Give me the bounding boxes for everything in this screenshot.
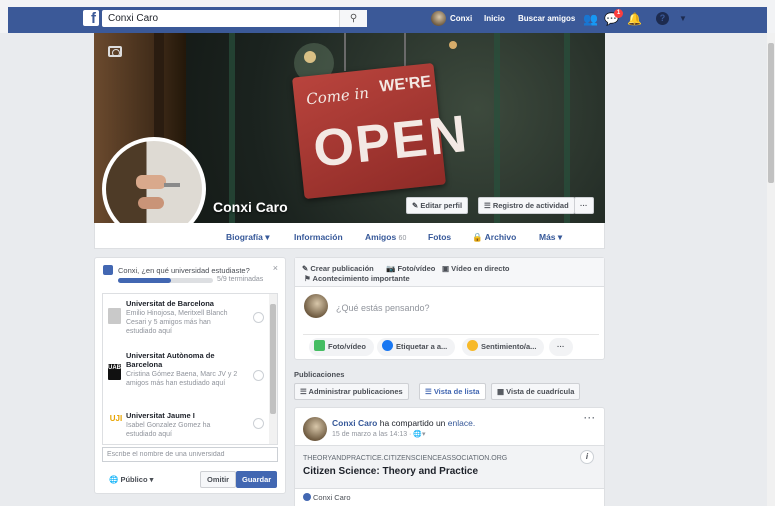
university-input-box[interactable] bbox=[102, 447, 278, 462]
manage-posts-button[interactable]: ☰ Administrar publicaciones bbox=[294, 383, 409, 400]
privacy-selector[interactable]: 🌐 Público ▾ bbox=[109, 475, 153, 484]
composer-actions: Foto/vídeo Etiquetar a a... Sentimiento/… bbox=[303, 334, 599, 356]
tab-photos[interactable]: Fotos bbox=[428, 232, 451, 242]
select-radio[interactable] bbox=[253, 418, 264, 429]
tab-live-video[interactable]: ▣ Vídeo en directo bbox=[442, 264, 510, 273]
friend-requests-icon[interactable]: 👥 bbox=[583, 12, 598, 26]
post-composer: ✎ Crear publicación 📷 Foto/vídeo ▣ Vídeo… bbox=[294, 257, 605, 360]
grid-view-button[interactable]: ▦ Vista de cuadrícula bbox=[491, 383, 581, 400]
camera-icon: 📷 bbox=[386, 264, 398, 273]
select-radio[interactable] bbox=[253, 370, 264, 381]
tag-friends-button[interactable]: Etiquetar a a... bbox=[377, 338, 456, 356]
profile-nav: Biografía ▾ Información Amigos 60 Fotos … bbox=[94, 223, 605, 249]
grid-icon: ▦ bbox=[497, 387, 507, 396]
camera-icon[interactable] bbox=[108, 46, 122, 57]
post-timestamp[interactable]: 15 de marzo a las 14:13 · 🌐▾ bbox=[332, 430, 426, 438]
composer-input[interactable]: ¿Qué estás pensando? bbox=[336, 303, 430, 313]
search-input[interactable]: Conxi Caro bbox=[108, 13, 158, 24]
info-icon[interactable]: i bbox=[580, 450, 594, 464]
open-sign: Come in WE'RE OPEN bbox=[292, 62, 471, 200]
profile-name: Conxi Caro bbox=[213, 199, 288, 215]
skip-button[interactable]: Omitir bbox=[200, 471, 237, 488]
university-question: Conxi, ¿en qué universidad estudiaste? bbox=[118, 266, 250, 275]
page-scrollbar[interactable] bbox=[767, 33, 775, 506]
link-preview[interactable]: THEORYANDPRACTICE.CITIZENSCIENCEASSOCIAT… bbox=[295, 445, 604, 489]
cover-more-button[interactable]: ··· bbox=[574, 197, 594, 214]
profile-icon bbox=[303, 493, 311, 501]
nav-home-link[interactable]: Inicio bbox=[484, 14, 505, 23]
university-input[interactable] bbox=[107, 448, 277, 461]
post-options-button[interactable]: ··· bbox=[584, 413, 596, 423]
university-logo: UJI bbox=[109, 414, 123, 423]
notifications-icon[interactable]: 🔔 bbox=[627, 12, 642, 26]
search-box[interactable]: Conxi Caro ⚲ bbox=[102, 10, 367, 27]
tab-create-post[interactable]: ✎ Crear publicación bbox=[302, 264, 374, 273]
friends-count: 60 bbox=[398, 235, 407, 242]
nav-avatar[interactable] bbox=[431, 11, 446, 26]
composer-tabs: ✎ Crear publicación 📷 Foto/vídeo ▣ Vídeo… bbox=[295, 258, 604, 287]
photo-icon bbox=[314, 340, 325, 351]
post-card: Conxi Caro ha compartido un enlace. 15 d… bbox=[294, 407, 605, 506]
list-icon: ☰ bbox=[484, 201, 493, 210]
composer-more-button[interactable]: ··· bbox=[549, 338, 573, 356]
university-list: Universitat de Barcelona Emilio Hinojosa… bbox=[102, 293, 278, 445]
account-menu-chevron-icon[interactable]: ▼ bbox=[676, 12, 690, 26]
tab-life-event[interactable]: ⚑ Acontecimiento importante bbox=[304, 274, 410, 283]
activity-log-button[interactable]: ☰ Registro de actividad bbox=[478, 197, 575, 214]
tab-more[interactable]: Más ▾ bbox=[539, 232, 562, 243]
list-scrollbar[interactable] bbox=[269, 294, 277, 444]
edit-profile-button[interactable]: ✎ Editar perfil bbox=[406, 197, 469, 214]
globe-icon: 🌐 bbox=[109, 475, 121, 484]
globe-icon: 🌐▾ bbox=[413, 431, 426, 438]
tab-timeline[interactable]: Biografía ▾ bbox=[226, 232, 269, 243]
select-radio[interactable] bbox=[253, 312, 264, 323]
education-icon bbox=[103, 265, 113, 275]
search-icon[interactable]: ⚲ bbox=[339, 10, 367, 27]
list-view-button[interactable]: ☰ Vista de lista bbox=[419, 383, 486, 400]
feeling-button[interactable]: Sentimiento/a... bbox=[462, 338, 545, 356]
tab-friends[interactable]: Amigos 60 bbox=[365, 232, 406, 242]
avatar[interactable] bbox=[303, 417, 327, 441]
save-button[interactable]: Guardar bbox=[236, 471, 278, 488]
publications-heading: Publicaciones bbox=[294, 370, 345, 379]
video-icon: ▣ bbox=[442, 264, 452, 273]
post-header: Conxi Caro ha compartido un enlace. bbox=[332, 418, 476, 428]
link-word[interactable]: enlace. bbox=[448, 418, 475, 428]
nav-profile-link[interactable]: Conxi bbox=[450, 14, 472, 23]
tag-icon bbox=[382, 340, 393, 351]
help-icon[interactable]: ? bbox=[656, 12, 669, 25]
tab-photo-video[interactable]: 📷 Foto/vídeo bbox=[386, 264, 435, 273]
link-title[interactable]: Citizen Science: Theory and Practice bbox=[303, 466, 478, 477]
close-icon[interactable]: × bbox=[273, 263, 278, 273]
top-bar: f Conxi Caro ⚲ Conxi Inicio Buscar amigo… bbox=[0, 0, 775, 33]
flag-icon: ⚑ bbox=[304, 274, 313, 283]
progress-fill bbox=[118, 278, 172, 283]
list-icon: ☰ bbox=[425, 387, 434, 396]
post-footer: Conxi Caro bbox=[303, 493, 351, 502]
university-logo: UAB bbox=[108, 364, 121, 380]
settings-icon: ☰ bbox=[300, 387, 309, 396]
university-logo bbox=[108, 308, 121, 324]
nav-find-friends-link[interactable]: Buscar amigos bbox=[518, 14, 575, 23]
link-domain: THEORYANDPRACTICE.CITIZENSCIENCEASSOCIAT… bbox=[303, 455, 508, 462]
university-card: Conxi, ¿en qué universidad estudiaste? ×… bbox=[94, 257, 286, 494]
tab-archive[interactable]: 🔒 Archivo bbox=[472, 232, 516, 243]
lock-icon: 🔒 bbox=[472, 232, 485, 242]
progress-text: 5/9 terminadas bbox=[217, 276, 264, 283]
emoji-icon bbox=[467, 340, 478, 351]
post-author[interactable]: Conxi Caro bbox=[332, 418, 377, 428]
tab-info[interactable]: Información bbox=[294, 232, 343, 242]
facebook-logo[interactable]: f bbox=[83, 10, 99, 26]
avatar bbox=[304, 294, 328, 318]
photo-video-button[interactable]: Foto/vídeo bbox=[309, 338, 374, 356]
progress-bar bbox=[118, 278, 213, 283]
notification-badge: 1 bbox=[614, 9, 623, 18]
